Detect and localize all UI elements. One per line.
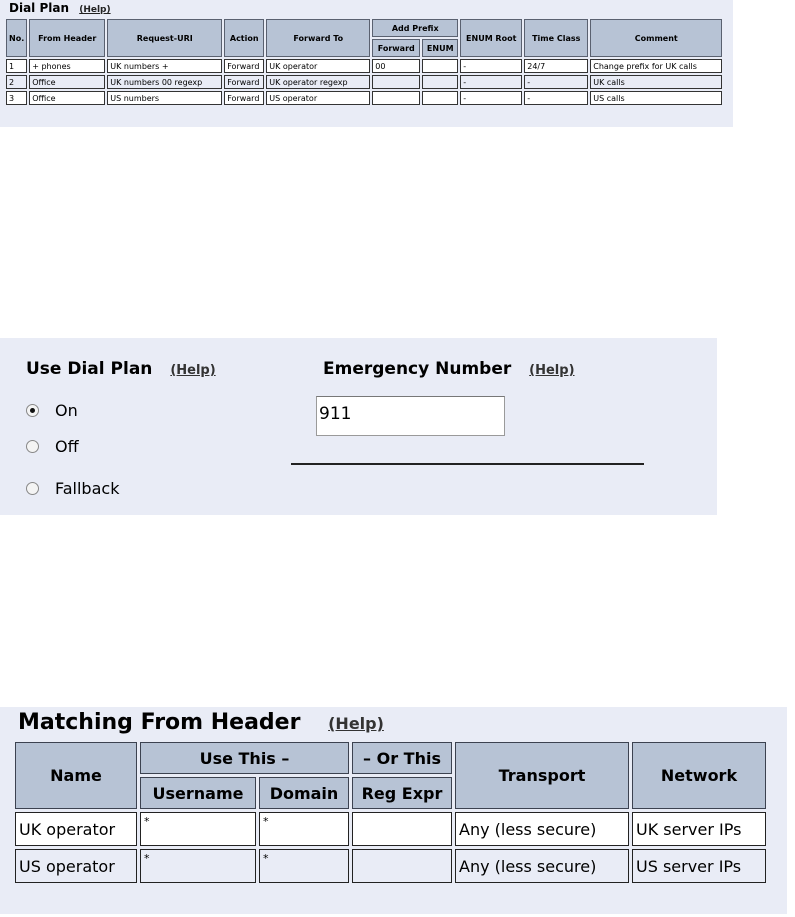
cell-uri[interactable]: US numbers <box>107 91 223 105</box>
table-row[interactable]: UK operator * * Any (less secure) UK ser… <box>15 812 766 846</box>
col-header-use-this: Use This – <box>140 742 349 774</box>
dial-plan-help-link[interactable]: (Help) <box>79 5 110 15</box>
table-row[interactable]: 1 + phones UK numbers + Forward UK opera… <box>6 59 723 73</box>
dial-plan-panel: Dial Plan (Help) No. From Header Request… <box>0 0 733 127</box>
col-header-action: Action <box>224 19 265 57</box>
dial-plan-title-text: Dial Plan <box>9 1 70 15</box>
col-header-no: No. <box>6 19 28 57</box>
col-header-username: Username <box>140 777 256 809</box>
use-dial-plan-label: Use Dial Plan <box>26 359 153 379</box>
cell-username[interactable]: * <box>140 812 256 846</box>
cell-name[interactable]: UK operator <box>15 812 137 846</box>
col-header-forward-to: Forward To <box>266 19 371 57</box>
matching-from-header-table: Name Use This – – Or This Transport Netw… <box>12 739 769 886</box>
col-header-time-class: Time Class <box>524 19 589 57</box>
matching-help-link[interactable]: (Help) <box>328 714 384 733</box>
cell-network[interactable]: UK server IPs <box>632 812 766 846</box>
emergency-number-label: Emergency Number <box>323 359 512 379</box>
table-row[interactable]: 3 Office US numbers Forward US operator … <box>6 91 723 105</box>
col-header-enum-root: ENUM Root <box>460 19 523 57</box>
emergency-number-help-link[interactable]: (Help) <box>529 363 574 378</box>
cell-time-class[interactable]: - <box>524 91 589 105</box>
cell-prefix-forward[interactable]: 00 <box>372 59 421 73</box>
col-header-network: Network <box>632 742 766 809</box>
matching-from-header-title: Matching From Header (Help) <box>18 710 384 735</box>
radio-fallback[interactable]: Fallback <box>26 478 119 498</box>
cell-prefix-enum[interactable] <box>422 59 459 73</box>
cell-time-class[interactable]: 24/7 <box>524 59 589 73</box>
cell-reg-expr[interactable] <box>352 812 452 846</box>
col-header-domain: Domain <box>259 777 349 809</box>
cell-comment[interactable]: UK calls <box>590 75 723 89</box>
matching-from-header-panel: Matching From Header (Help) Name Use Thi… <box>0 707 787 914</box>
cell-prefix-forward[interactable] <box>372 91 421 105</box>
radio-off[interactable]: Off <box>26 436 79 456</box>
cell-enum-root[interactable]: - <box>460 59 523 73</box>
table-row[interactable]: 2 Office UK numbers 00 regexp Forward UK… <box>6 75 723 89</box>
cell-uri[interactable]: UK numbers + <box>107 59 223 73</box>
emergency-number-input[interactable]: 911 <box>316 396 505 436</box>
col-header-reg-expr: Reg Expr <box>352 777 452 809</box>
cell-domain[interactable]: * <box>259 812 349 846</box>
cell-comment[interactable]: Change prefix for UK calls <box>590 59 723 73</box>
cell-no[interactable]: 1 <box>6 59 28 73</box>
cell-transport[interactable]: Any (less secure) <box>455 812 629 846</box>
cell-reg-expr[interactable] <box>352 849 452 883</box>
cell-from[interactable]: Office <box>29 75 106 89</box>
col-header-or-this: – Or This <box>352 742 452 774</box>
col-header-uri: Request-URI <box>107 19 223 57</box>
radio-selected-icon <box>26 403 39 417</box>
radio-off-label: Off <box>55 436 79 456</box>
divider <box>291 463 644 465</box>
cell-forward-to[interactable]: US operator <box>266 91 371 105</box>
dial-plan-table: No. From Header Request-URI Action Forwa… <box>4 17 724 107</box>
cell-uri[interactable]: UK numbers 00 regexp <box>107 75 223 89</box>
col-header-comment: Comment <box>590 19 723 57</box>
cell-enum-root[interactable]: - <box>460 75 523 89</box>
cell-username[interactable]: * <box>140 849 256 883</box>
cell-no[interactable]: 2 <box>6 75 28 89</box>
radio-unselected-icon <box>26 439 39 453</box>
cell-action[interactable]: Forward <box>224 91 265 105</box>
cell-network[interactable]: US server IPs <box>632 849 766 883</box>
cell-forward-to[interactable]: UK operator regexp <box>266 75 371 89</box>
col-header-name: Name <box>15 742 137 809</box>
dial-plan-title: Dial Plan (Help) <box>9 1 111 15</box>
col-header-add-prefix: Add Prefix <box>372 19 459 37</box>
emergency-number-heading: Emergency Number (Help) <box>323 359 575 379</box>
cell-name[interactable]: US operator <box>15 849 137 883</box>
cell-prefix-enum[interactable] <box>422 75 459 89</box>
col-header-from: From Header <box>29 19 106 57</box>
cell-comment[interactable]: US calls <box>590 91 723 105</box>
radio-on-label: On <box>55 400 78 420</box>
radio-on[interactable]: On <box>26 400 78 420</box>
cell-domain[interactable]: * <box>259 849 349 883</box>
cell-action[interactable]: Forward <box>224 59 265 73</box>
table-row[interactable]: US operator * * Any (less secure) US ser… <box>15 849 766 883</box>
use-dial-plan-heading: Use Dial Plan (Help) <box>26 359 216 379</box>
cell-forward-to[interactable]: UK operator <box>266 59 371 73</box>
col-header-enum: ENUM <box>422 39 459 57</box>
cell-transport[interactable]: Any (less secure) <box>455 849 629 883</box>
cell-time-class[interactable]: - <box>524 75 589 89</box>
cell-action[interactable]: Forward <box>224 75 265 89</box>
cell-from[interactable]: + phones <box>29 59 106 73</box>
radio-unselected-icon <box>26 481 39 495</box>
col-header-transport: Transport <box>455 742 629 809</box>
use-dial-plan-help-link[interactable]: (Help) <box>170 363 215 378</box>
radio-fallback-label: Fallback <box>55 478 120 498</box>
col-header-forward: Forward <box>372 39 421 57</box>
cell-from[interactable]: Office <box>29 91 106 105</box>
matching-title-text: Matching From Header <box>18 710 301 735</box>
cell-prefix-enum[interactable] <box>422 91 459 105</box>
cell-no[interactable]: 3 <box>6 91 28 105</box>
cell-enum-root[interactable]: - <box>460 91 523 105</box>
cell-prefix-forward[interactable] <box>372 75 421 89</box>
